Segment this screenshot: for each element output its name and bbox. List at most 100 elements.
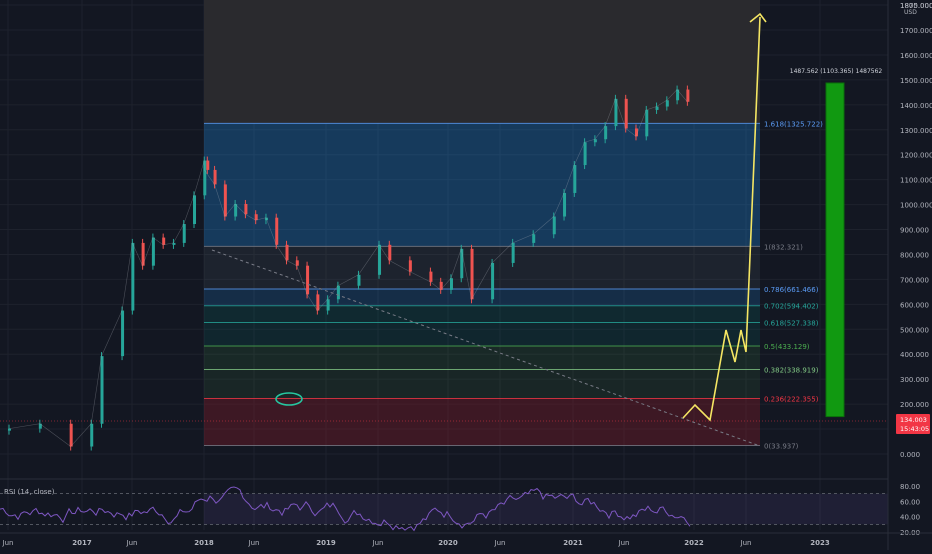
chart-svg[interactable]: 1.618(1325.722) 1(832.321) 0.786(661.466) 0… xyxy=(0,0,932,550)
price-axis-tick: 1300.000 xyxy=(900,127,932,135)
price-axis-tick: 1200.000 xyxy=(900,152,932,160)
time-axis-tick: 2023 xyxy=(810,539,830,547)
fib-level-label: 0.786(661.466) xyxy=(764,286,819,294)
price-axis-tick: 1600.000 xyxy=(900,52,932,60)
candle-body xyxy=(182,224,186,243)
measure-bar xyxy=(825,82,845,418)
candle-body xyxy=(552,216,556,235)
candle-body xyxy=(491,262,495,300)
candle-body xyxy=(460,248,464,279)
fib-level-label: 0.702(594.402) xyxy=(764,303,819,311)
candle-body xyxy=(511,242,515,263)
price-axis-tick: 900.000 xyxy=(900,227,929,235)
candle-body xyxy=(604,126,608,140)
fib-level-label: 1.618(1325.722) xyxy=(764,120,823,128)
candle-body xyxy=(316,294,320,311)
fib-level-label: 0.382(338.919) xyxy=(764,366,819,374)
candle-body xyxy=(326,299,330,311)
candle-body xyxy=(295,260,299,266)
candle-body xyxy=(69,423,73,447)
candle-body xyxy=(8,428,11,431)
candle-body xyxy=(624,98,628,129)
chart-root[interactable]: 1.618(1325.722) 1(832.321) 0.786(661.466) 0… xyxy=(0,0,932,550)
fib-zone xyxy=(204,322,760,346)
fib-zone xyxy=(204,345,760,370)
rsi-axis-tick: 40.00 xyxy=(900,514,920,522)
rsi-band-fill xyxy=(204,493,888,525)
candle-body xyxy=(244,203,248,215)
price-axis-tick: 0.000 xyxy=(900,451,920,459)
time-axis-tick: Jun xyxy=(618,539,630,547)
price-axis-tick: 300.000 xyxy=(900,376,929,384)
fib-level-label: 1(832.321) xyxy=(764,243,803,251)
candle-body xyxy=(470,248,474,300)
candle-body xyxy=(336,285,340,300)
candle-body xyxy=(306,265,310,295)
candle-body xyxy=(223,184,227,217)
price-axis-tick: 1700.000 xyxy=(900,27,932,35)
time-axis-tick: Jun xyxy=(248,539,260,547)
time-axis-tick: 2019 xyxy=(316,539,336,547)
fib-level-label: 0(33.937) xyxy=(764,443,799,451)
usd-label: USD xyxy=(904,9,917,16)
price-axis-tick: 200.000 xyxy=(900,401,929,409)
candle-body xyxy=(100,356,104,424)
candle-body xyxy=(573,165,577,193)
candle-body xyxy=(285,244,289,261)
price-axis-tick: 800.000 xyxy=(900,251,929,259)
time-axis-tick: Jun xyxy=(494,539,506,547)
candle-body xyxy=(357,274,361,286)
candle-body xyxy=(408,260,412,272)
time-axis-tick: 2020 xyxy=(438,539,458,547)
fib-zone xyxy=(204,369,760,399)
candle-body xyxy=(162,237,166,245)
time-axis-tick: 2018 xyxy=(194,539,214,547)
candle-body xyxy=(583,142,587,166)
price-axis-tick: 1400.000 xyxy=(900,102,932,110)
current-price-label: 134.003 xyxy=(900,416,927,424)
price-axis-tick: 500.000 xyxy=(900,326,929,334)
candle-body xyxy=(131,242,135,311)
price-axis-tick: 1100.000 xyxy=(900,177,932,185)
candle-body xyxy=(90,423,94,447)
time-axis-tick: Jun xyxy=(2,539,14,547)
candle-body xyxy=(193,195,197,225)
price-axis-tick: 1500.000 xyxy=(900,77,932,85)
candle-body xyxy=(655,106,659,110)
fib-level-label: 0.236(222.355) xyxy=(764,396,819,404)
fib-zone xyxy=(204,123,760,247)
candle-body xyxy=(121,310,125,357)
time-axis-tick: Jun xyxy=(372,539,384,547)
fib-zone xyxy=(204,289,760,306)
fib-zone-top xyxy=(204,0,760,124)
candle-body xyxy=(275,217,279,245)
fib-zones-layer: 1.618(1325.722) 1(832.321) 0.786(661.466) 0… xyxy=(204,0,823,451)
fib-level-label: 0.618(527.338) xyxy=(764,319,819,327)
rsi-axis-tick: 60.00 xyxy=(900,498,920,506)
rsi-axis-tick: 80.00 xyxy=(900,483,920,491)
rsi-title: RSI (14, close) xyxy=(4,488,55,496)
candle-body xyxy=(439,281,443,290)
candle-body xyxy=(151,237,155,266)
candle-body xyxy=(203,160,207,196)
price-axis-tick: 700.000 xyxy=(900,276,929,284)
time-axis-tick: Jun xyxy=(740,539,752,547)
candle-body xyxy=(429,271,433,282)
candle-body xyxy=(378,244,382,275)
price-axis-tick: 1000.000 xyxy=(900,202,932,210)
fib-level-label: 0.5(433.129) xyxy=(764,343,810,351)
candle-body xyxy=(388,244,392,261)
candle-body xyxy=(563,192,567,217)
time-axis-tick: Jun xyxy=(126,539,138,547)
candle-body xyxy=(645,109,649,137)
candle-body xyxy=(449,278,453,290)
time-axis-tick: 2022 xyxy=(684,539,704,547)
candle-body xyxy=(254,214,258,221)
time-axis-tick: 2017 xyxy=(72,539,92,547)
candle-body xyxy=(213,169,217,185)
candle-body xyxy=(665,100,669,107)
current-time-label: 15:43:05 xyxy=(900,425,929,433)
measure-label: 1487.562 (1103.365) 1487562 xyxy=(790,68,883,75)
candle-body xyxy=(206,160,210,170)
fib-zone xyxy=(204,305,760,323)
